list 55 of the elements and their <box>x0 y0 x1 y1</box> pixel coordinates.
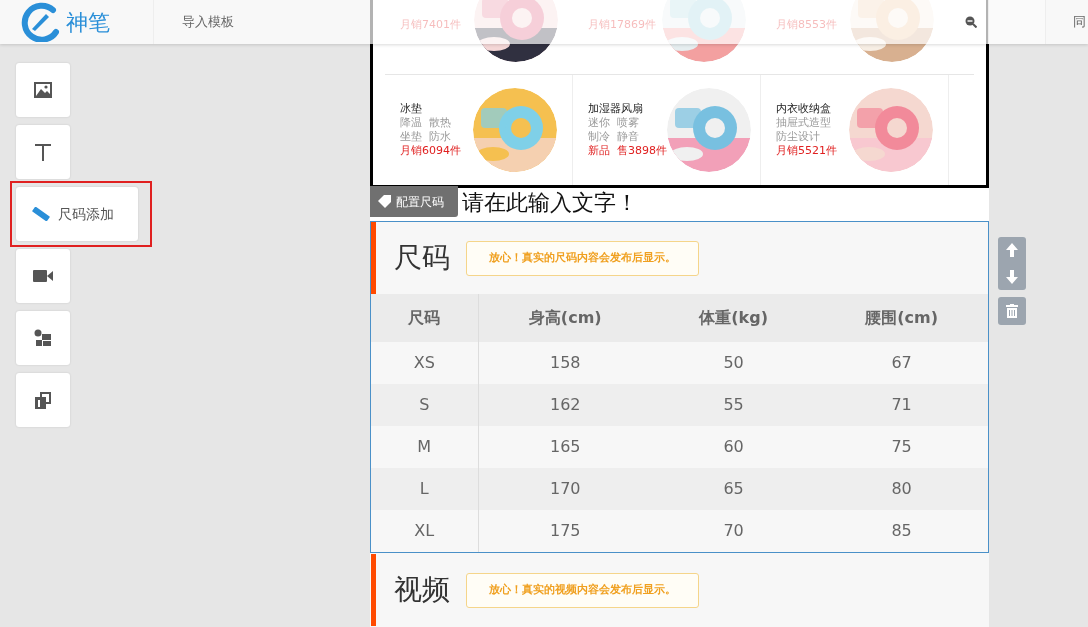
brand-name: 神笔 <box>66 8 110 37</box>
video-section[interactable]: 视频 放心！真实的视频内容会发布后显示。 <box>370 553 989 627</box>
product-sales: 月销5521件 <box>776 144 838 158</box>
table-cell: 55 <box>652 384 816 426</box>
notice-box: 放心！真实的视频内容会发布后显示。 <box>466 572 699 608</box>
size-add-button[interactable]: 尺码添加 <box>10 181 152 247</box>
size-section[interactable]: 尺码 放心！真实的尺码内容会发布后显示。 尺码 身高(cm) 体重(kg) 腰围(cm) XS 158 50 67 S 162 55 71 M 165 60 75 L 170 65 80 XL 175 70 85 <box>370 221 989 553</box>
product-name: 加湿器风扇 <box>588 102 644 116</box>
table-cell: 60 <box>652 426 816 468</box>
product-feature: 降温 散热 <box>400 116 452 130</box>
arrow-down-icon <box>1006 269 1018 284</box>
product-feature: 坐垫 防水 <box>400 130 452 144</box>
video-camera-icon <box>33 270 53 282</box>
header-item[interactable]: 同 <box>1073 12 1088 32</box>
table-cell: 50 <box>652 342 816 384</box>
table-cell: 158 <box>478 342 652 384</box>
notice-box: 放心！真实的尺码内容会发布后显示。 <box>466 240 699 276</box>
zoom-out-icon[interactable] <box>965 16 977 28</box>
image-icon <box>34 82 52 98</box>
blocks-icon <box>34 329 52 347</box>
tag-icon <box>378 194 392 209</box>
table-cell: 165 <box>478 426 652 468</box>
table-cell: 67 <box>815 342 988 384</box>
table-cell: 85 <box>815 510 988 552</box>
product-sales: 新品 售3898件 <box>588 144 667 158</box>
product-name: 冰垫 <box>400 102 423 116</box>
table-cell: 65 <box>652 468 816 510</box>
table-cell: 70 <box>652 510 816 552</box>
column-header: 体重(kg) <box>652 294 816 342</box>
product-name: 内衣收纳盒 <box>776 102 832 116</box>
text-icon <box>34 143 52 161</box>
column-header: 身高(cm) <box>478 294 652 342</box>
arrow-up-icon <box>1006 243 1018 258</box>
text-line: 请在此输入文字！ <box>462 192 638 214</box>
table-cell: 71 <box>815 384 988 426</box>
trash-icon <box>1006 304 1018 318</box>
configure-size-button[interactable]: 配置尺码 <box>370 186 458 217</box>
section-title: 视频 <box>394 572 450 608</box>
logo-icon <box>20 2 60 42</box>
ruler-icon <box>32 207 50 221</box>
copy-icon <box>35 391 51 409</box>
section-title: 尺码 <box>394 240 450 276</box>
table-cell: 175 <box>478 510 652 552</box>
table-cell: 162 <box>478 384 652 426</box>
product-feature: 防尘设计 <box>776 130 821 144</box>
menu-item[interactable]: 导入模板 <box>182 12 234 32</box>
table-cell: 75 <box>815 426 988 468</box>
product-feature: 迷你 喷雾 <box>588 116 640 130</box>
table-cell: XL <box>371 510 478 552</box>
table-cell: 170 <box>478 468 652 510</box>
table-cell: 80 <box>815 468 988 510</box>
product-feature: 抽屉式造型 <box>776 116 832 130</box>
product-feature: 制冷 静音 <box>588 130 640 144</box>
column-header: 腰围(cm) <box>815 294 988 342</box>
product-sales: 月销6094件 <box>400 144 462 158</box>
